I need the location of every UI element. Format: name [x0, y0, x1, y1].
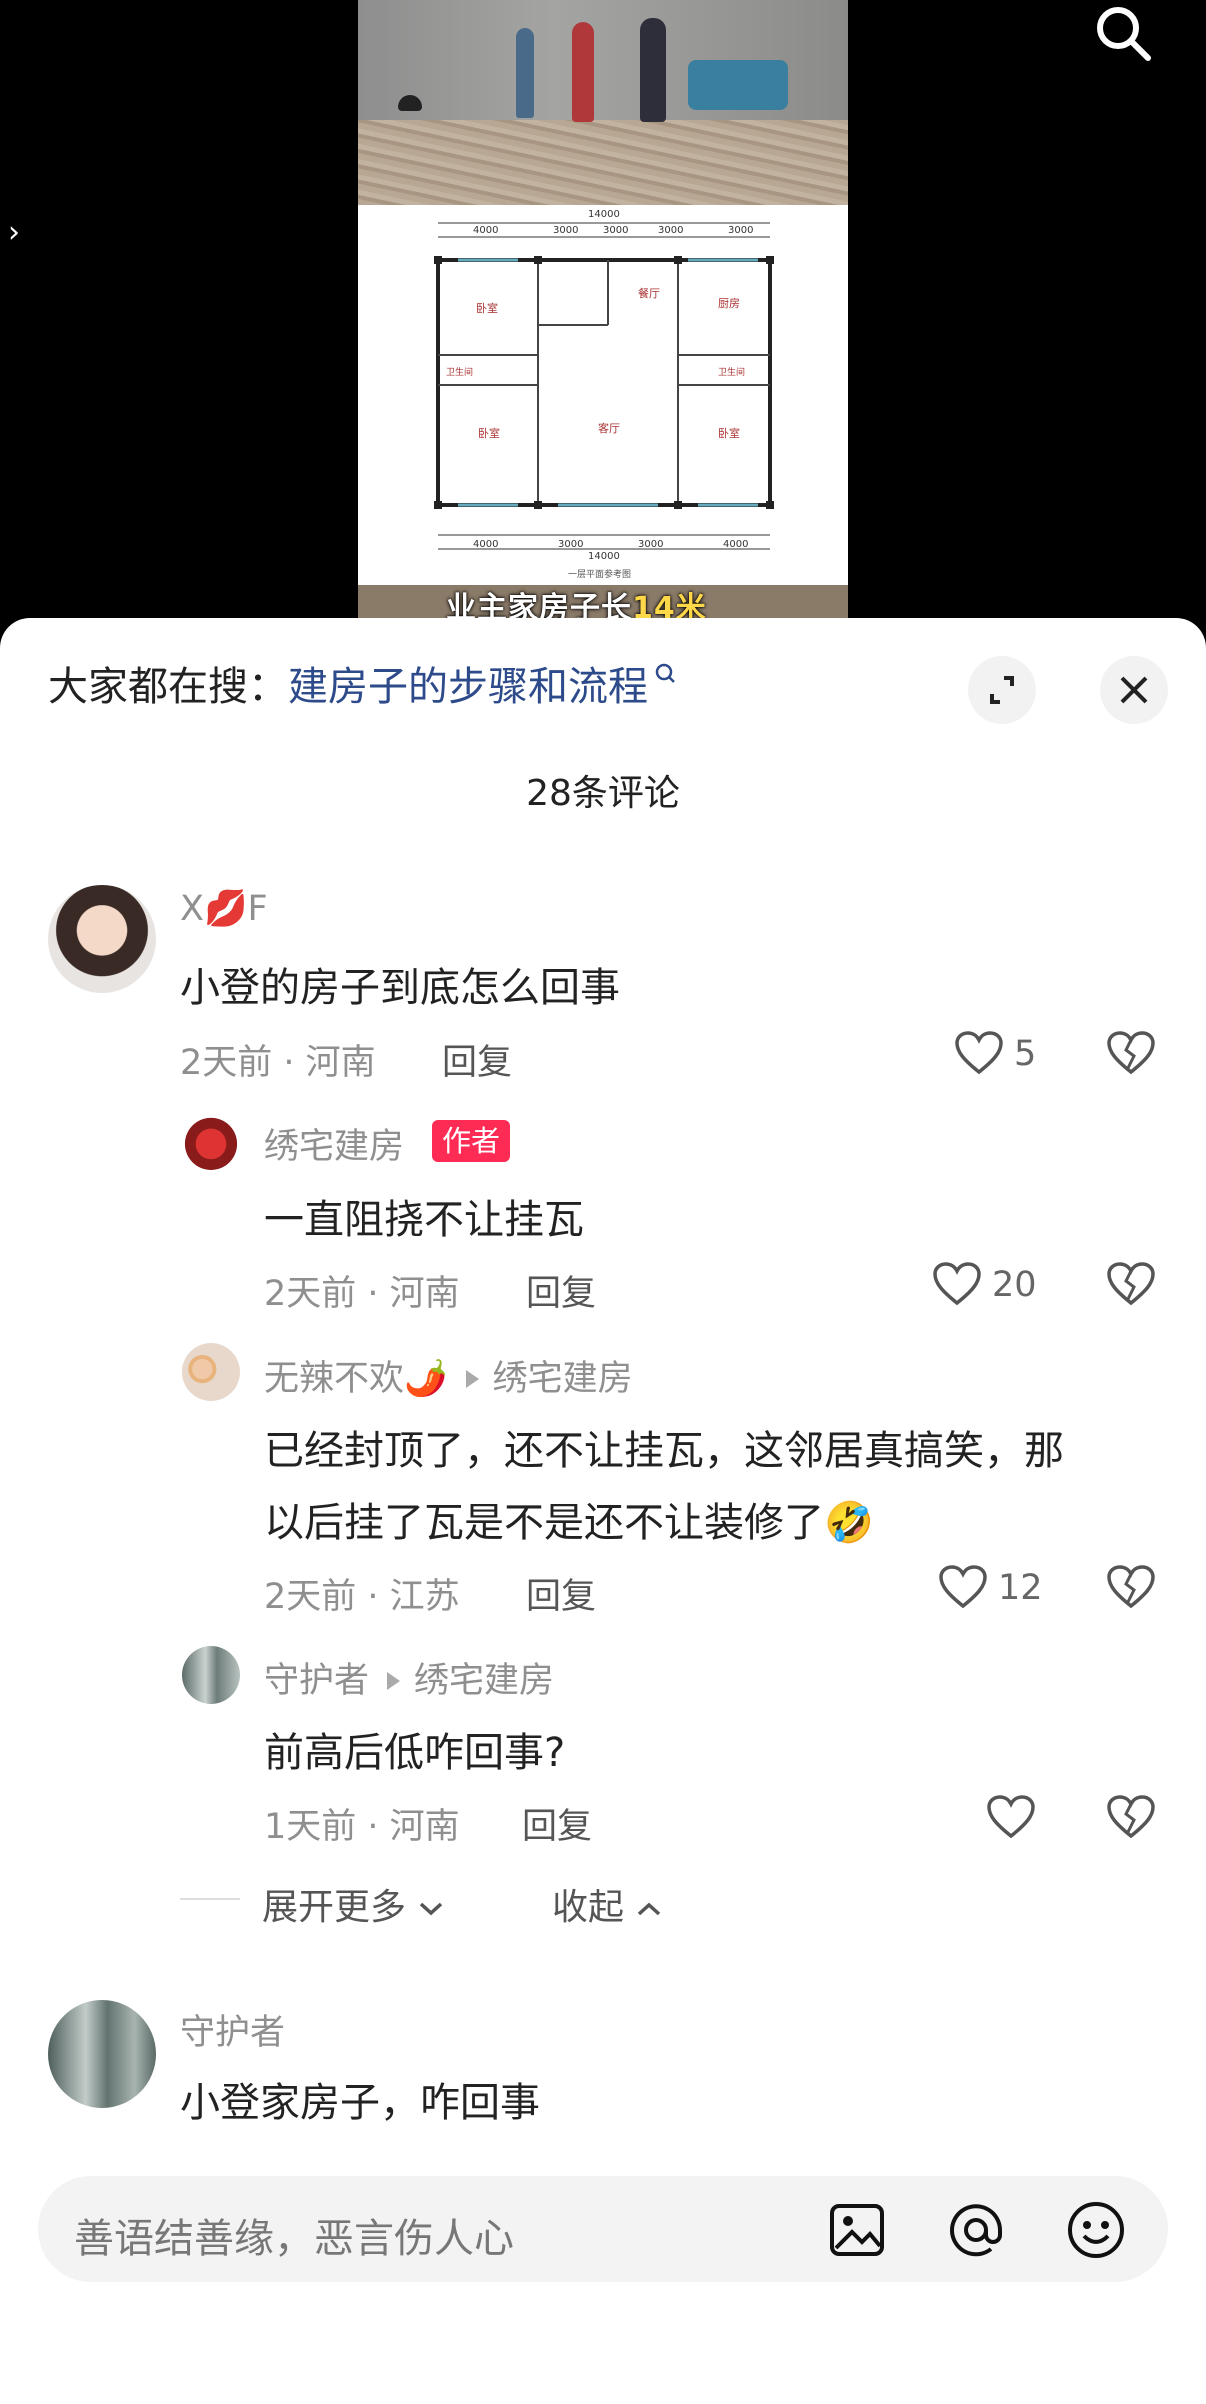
reply-button[interactable]: 回复: [526, 1265, 596, 1316]
plan-room-label: 卫生间: [446, 368, 474, 378]
floor-plan-drawing: [434, 222, 774, 550]
plan-dim: 3000: [728, 225, 754, 236]
expand-icon: [990, 676, 1014, 704]
plan-room-label: 卫生间: [718, 368, 746, 378]
reply-time-location: 2天前 · 江苏: [264, 1577, 460, 1617]
avatar[interactable]: [182, 1343, 240, 1401]
heart-icon[interactable]: [986, 1794, 1036, 1844]
avatar[interactable]: [182, 1112, 240, 1170]
plan-dim: 4000: [473, 539, 499, 550]
expand-button[interactable]: [968, 656, 1036, 724]
scene-person: [516, 28, 534, 118]
search-small-icon: [654, 654, 676, 700]
laughing-emoji-icon: 🤣: [824, 1500, 874, 1546]
comment-username[interactable]: 守护者: [180, 2004, 285, 2055]
plan-dim: 4000: [473, 225, 499, 236]
plan-room-label: 餐厅: [638, 287, 660, 300]
reply-time-location: 1天前 · 河南: [264, 1807, 460, 1847]
reply-username[interactable]: 守护者: [264, 1661, 369, 1701]
list-fade: [0, 2140, 1206, 2180]
author-badge: 作者: [432, 1120, 511, 1162]
collapse-button[interactable]: 收起: [552, 1878, 663, 1930]
chevron-down-icon: [420, 1902, 443, 1916]
search-suggestion-prefix: 大家都在搜：: [48, 664, 288, 710]
reply-arrow-icon: [387, 1671, 401, 1690]
comment-username[interactable]: X💋F: [180, 888, 268, 929]
plan-dim: 3000: [558, 539, 584, 550]
scene-tricycle: [688, 60, 788, 110]
comment-input-placeholder: 善语结善缘，恶言伤人心: [74, 2216, 514, 2262]
reply-to-username[interactable]: 绣宅建房: [414, 1661, 554, 1701]
video-scene: [358, 0, 848, 205]
reply-to-username[interactable]: 绣宅建房: [493, 1359, 633, 1399]
video-player[interactable]: › 14000 4000 3000 3000 3000 3000 卧室 餐厅 厨…: [0, 0, 1206, 640]
like-count: 5: [1014, 1034, 1037, 1074]
plan-total-dim: 14000: [588, 209, 620, 220]
comment-text: 小登的房子到底怎么回事: [180, 965, 620, 1011]
plan-total-dim: 14000: [588, 551, 620, 562]
heart-icon[interactable]: [954, 1030, 1004, 1080]
image-icon[interactable]: [828, 2202, 886, 2262]
plan-room-label: 卧室: [476, 302, 498, 315]
comment-time-location: 2天前 · 河南: [180, 1043, 376, 1083]
avatar[interactable]: [48, 885, 156, 993]
scene-person: [640, 18, 666, 122]
search-suggestion-term[interactable]: 建房子的步骤和流程: [288, 664, 648, 710]
comment-count: 28条评论: [526, 773, 680, 814]
reply-button[interactable]: 回复: [442, 1034, 512, 1085]
scene-ground: [358, 120, 848, 205]
close-icon: [1120, 676, 1148, 704]
floor-plan: 14000 4000 3000 3000 3000 3000 卧室 餐厅 厨房 …: [358, 205, 848, 585]
reply-text-line: 已经封顶了，还不让挂瓦，这邻居真搞笑，那: [264, 1428, 1064, 1474]
scene-person: [572, 22, 594, 122]
reply-button[interactable]: 回复: [526, 1568, 596, 1619]
expand-more-label: 展开更多: [262, 1887, 407, 1928]
plan-room-label: 厨房: [718, 297, 740, 310]
close-button[interactable]: [1100, 656, 1168, 724]
reply-text-line: 以后挂了瓦是不是还不让装修了🤣: [264, 1490, 874, 1548]
collapse-label: 收起: [552, 1887, 625, 1928]
reply-time-location: 2天前 · 河南: [264, 1274, 460, 1314]
search-icon[interactable]: [1088, 0, 1158, 70]
reply-header: 无辣不欢🌶️ 绣宅建房: [264, 1350, 633, 1401]
like-count: 12: [998, 1568, 1043, 1608]
expand-divider: [180, 1898, 240, 1900]
dislike-icon[interactable]: [1106, 1564, 1156, 1614]
reply-text-span: 以后挂了瓦是不是还不让装修了: [264, 1500, 824, 1546]
avatar[interactable]: [182, 1646, 240, 1704]
like-count: 20: [992, 1265, 1037, 1305]
plan-room-label: 卧室: [478, 427, 500, 440]
expand-more-button[interactable]: 展开更多: [262, 1878, 445, 1930]
reply-username[interactable]: 绣宅建房: [264, 1118, 404, 1169]
reply-text: 一直阻挠不让挂瓦: [264, 1197, 584, 1243]
reply-username[interactable]: 无辣不欢🌶️: [264, 1359, 448, 1399]
heart-icon[interactable]: [932, 1261, 982, 1311]
mention-icon[interactable]: [946, 2200, 1006, 2264]
comment-text: 小登家房子，咋回事: [180, 2080, 540, 2126]
video-frame: 14000 4000 3000 3000 3000 3000 卧室 餐厅 厨房 …: [358, 0, 848, 640]
plan-dim: 3000: [603, 225, 629, 236]
plan-dim: 3000: [658, 225, 684, 236]
search-suggestion[interactable]: 大家都在搜：建房子的步骤和流程: [48, 654, 676, 712]
chevron-right-icon[interactable]: ›: [8, 215, 20, 250]
plan-room-label: 卧室: [718, 427, 740, 440]
plan-dim: 3000: [553, 225, 579, 236]
reply-text: 前高后低咋回事?: [264, 1730, 566, 1776]
chevron-up-icon: [638, 1902, 661, 1916]
plan-caption: 一层平面参考图: [568, 570, 632, 580]
dislike-icon[interactable]: [1106, 1794, 1156, 1844]
emoji-icon[interactable]: [1066, 2200, 1126, 2264]
avatar[interactable]: [48, 2000, 156, 2108]
reply-button[interactable]: 回复: [522, 1798, 592, 1849]
reply-header: 守护者 绣宅建房: [264, 1652, 554, 1703]
plan-dim: 3000: [638, 539, 664, 550]
dislike-icon[interactable]: [1106, 1261, 1156, 1311]
comment-input[interactable]: 善语结善缘，恶言伤人心: [38, 2176, 1168, 2282]
heart-icon[interactable]: [938, 1564, 988, 1614]
plan-room-label: 客厅: [598, 422, 620, 435]
plan-dim: 4000: [723, 539, 749, 550]
reply-arrow-icon: [465, 1369, 479, 1388]
dislike-icon[interactable]: [1106, 1030, 1156, 1080]
